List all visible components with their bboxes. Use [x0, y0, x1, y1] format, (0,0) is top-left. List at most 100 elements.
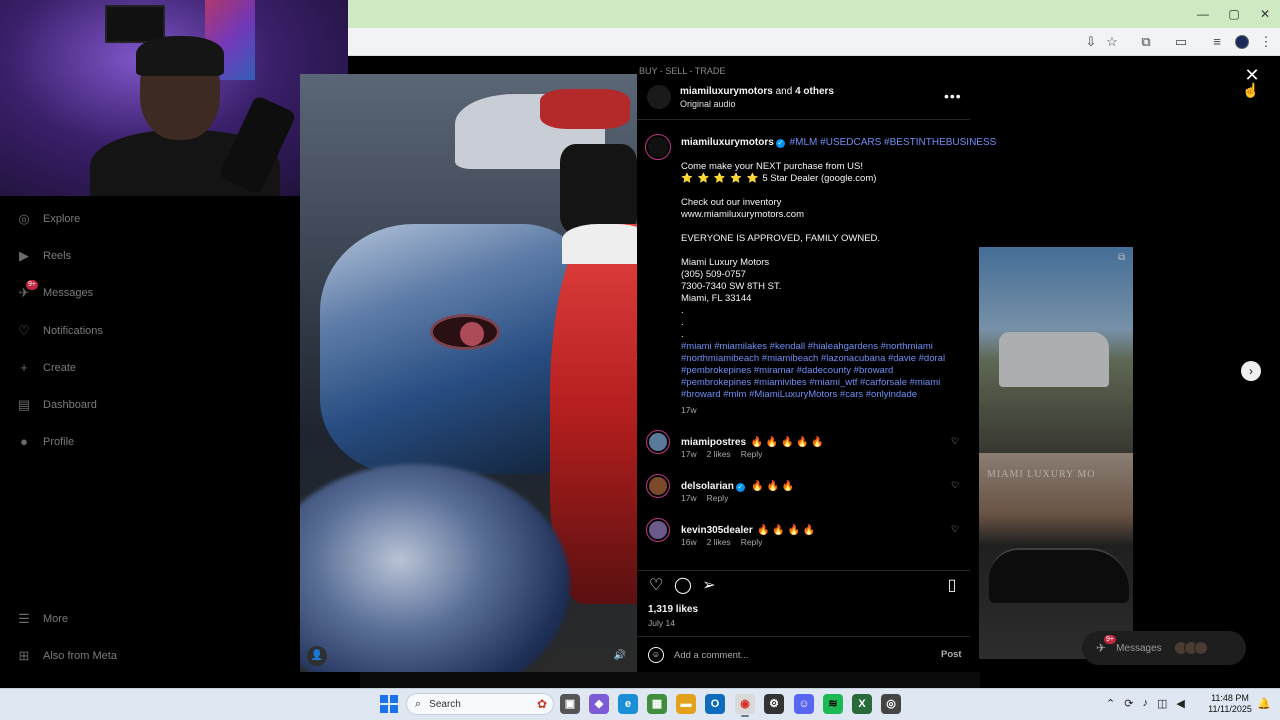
post-comment-button[interactable]: Post [941, 649, 962, 660]
taskbar-clock[interactable]: 11:48 PM 11/11/2025 [1206, 693, 1254, 715]
comment-bubble-icon[interactable]: ◯ [674, 577, 692, 595]
comment-like-heart-icon[interactable]: ♡ [951, 480, 959, 491]
messages-badge: 9+ [1104, 635, 1116, 644]
nav-explore[interactable]: ◎ Explore [16, 209, 80, 229]
bookmark-star-icon[interactable]: ☆ [1103, 34, 1121, 50]
thumbnail-truck [999, 332, 1109, 387]
comment-like-heart-icon[interactable]: ♡ [951, 436, 959, 447]
caption-hashtags[interactable]: #miami #miamilakes #kendall #hialeahgard… [681, 341, 961, 401]
extensions-icon[interactable]: ⧉ [1137, 34, 1155, 50]
like-heart-icon[interactable]: ♡ [647, 577, 665, 595]
caption-line: ⭐ ⭐ ⭐ ⭐ ⭐ 5 Star Dealer (google.com) [681, 173, 961, 185]
media-controls-icon[interactable]: ≡ [1208, 34, 1226, 50]
maximize-button[interactable]: ▢ [1219, 4, 1249, 24]
comment-text: 🔥 🔥 🔥 🔥 🔥 [750, 437, 824, 448]
nav-more[interactable]: ☰ More [16, 609, 68, 629]
task-view-icon[interactable]: ▣ [560, 694, 580, 714]
chrome-icon[interactable]: ◉ [735, 694, 755, 714]
webcam-overlay [0, 0, 348, 196]
nav-reels[interactable]: ▶ Reels [16, 246, 71, 266]
divider [637, 570, 970, 571]
messages-icon: ✈ 9+ [1096, 635, 1116, 655]
excel-icon[interactable]: X [852, 694, 872, 714]
post-author-username[interactable]: miamiluxurymotors [680, 86, 773, 97]
comment-reply[interactable]: Reply [707, 493, 729, 503]
nav-messages[interactable]: ✈ 9+ Messages [16, 280, 93, 303]
nav-create[interactable]: + Create [16, 358, 76, 378]
edge-icon[interactable]: e [618, 694, 638, 714]
comment-username[interactable]: miamipostres [681, 437, 746, 448]
system-tray[interactable]: ⌃ ⟳ ♪ ◫ ◀ [1106, 697, 1185, 710]
grid-thumbnail[interactable] [979, 247, 1133, 453]
caption-line: Miami, FL 33144 [681, 293, 752, 304]
post-header-user[interactable]: miamiluxurymotors and 4 others [680, 86, 834, 97]
original-audio-link[interactable]: Original audio [680, 99, 736, 109]
nav-dashboard[interactable]: ▤ Dashboard [16, 395, 97, 415]
audio-toggle-icon[interactable]: 🔊 [612, 648, 628, 664]
taskbar-search[interactable]: ⌕ Search ✿ [406, 693, 554, 715]
comment-input[interactable] [674, 648, 924, 662]
chevron-up-icon[interactable]: ⌃ [1106, 697, 1115, 710]
nav-label: Dashboard [43, 399, 97, 411]
comment-username[interactable]: delsolarian [681, 481, 734, 492]
nav-notifications[interactable]: ♡ Notifications [16, 321, 103, 341]
minimize-button[interactable]: — [1188, 4, 1218, 24]
post-author-avatar[interactable] [647, 85, 671, 109]
cast-icon[interactable]: ▭ [1172, 34, 1190, 50]
comment-reply[interactable]: Reply [741, 537, 763, 547]
collaborators-link[interactable]: 4 others [795, 86, 834, 97]
steam-icon[interactable]: ⚙ [764, 694, 784, 714]
thumbnail-multi-icon: ⧉ [1118, 252, 1126, 263]
post-date: July 14 [648, 618, 675, 628]
caption-header-tags[interactable]: #MLM #USEDCARS #BESTINTHEBUSINESS [790, 137, 997, 148]
divider [637, 119, 970, 120]
network-icon[interactable]: ◫ [1157, 697, 1167, 710]
caption-author-avatar[interactable] [645, 134, 671, 160]
nav-also-from-meta[interactable]: ⊞ Also from Meta [16, 646, 117, 666]
search-highlight-icon: ✿ [536, 697, 547, 711]
sync-icon[interactable]: ⟳ [1124, 697, 1133, 710]
microphone-icon[interactable]: ♪ [1142, 697, 1148, 710]
comment-time: 17w [681, 449, 697, 459]
messages-pill[interactable]: ✈ 9+ Messages [1082, 631, 1246, 665]
spotify-icon[interactable]: ≋ [823, 694, 843, 714]
comment-like-heart-icon[interactable]: ♡ [951, 524, 959, 535]
windows-start-icon[interactable] [380, 695, 398, 713]
comment-avatar[interactable] [646, 430, 670, 454]
save-bookmark-icon[interactable]: ▯ [943, 577, 961, 595]
window-close-button[interactable]: ✕ [1250, 4, 1280, 24]
obs-icon[interactable]: ◎ [881, 694, 901, 714]
comment-likes[interactable]: 2 likes [707, 537, 731, 547]
media-car [550, 224, 637, 604]
share-send-icon[interactable]: ➢ [700, 577, 718, 595]
comment-reply[interactable]: Reply [741, 449, 763, 459]
post-media-video[interactable] [300, 74, 637, 672]
browser-profile-avatar[interactable] [1235, 35, 1249, 49]
caption-line: (305) 509-0757 [681, 269, 746, 280]
tagged-user-icon[interactable]: 👤 [307, 646, 327, 666]
store-icon[interactable]: ▦ [647, 694, 667, 714]
caption-username[interactable]: miamiluxurymotors [681, 137, 774, 148]
copilot-icon[interactable]: ◆ [589, 694, 609, 714]
nav-label: Profile [43, 436, 75, 448]
notification-bell-icon[interactable]: 🔔 [1257, 697, 1271, 710]
comment-avatar[interactable] [646, 518, 670, 542]
volume-icon[interactable]: ◀ [1176, 697, 1184, 710]
more-options-icon[interactable]: ••• [944, 88, 962, 104]
caption-link[interactable]: www.miamiluxurymotors.com [681, 209, 961, 221]
outlook-icon[interactable]: O [705, 694, 725, 714]
next-post-chevron-icon[interactable]: › [1241, 361, 1261, 381]
browser-menu-icon[interactable]: ⋮ [1257, 34, 1275, 50]
grid-thumbnail[interactable]: MIAMI LUXURY MO [979, 453, 1133, 659]
comment: miamipostres 🔥 🔥 🔥 🔥 🔥 [681, 432, 824, 450]
comment-likes[interactable]: 2 likes [707, 449, 731, 459]
emoji-picker-icon[interactable]: ☺ [648, 647, 664, 663]
likes-count[interactable]: 1,319 likes [648, 604, 698, 615]
file-explorer-icon[interactable]: ▬ [676, 694, 696, 714]
install-app-icon[interactable]: ⇩ [1082, 34, 1100, 50]
nav-profile[interactable]: ● Profile [16, 432, 74, 452]
caption-line: Come make your NEXT purchase from US! [681, 161, 863, 172]
comment-username[interactable]: kevin305dealer [681, 525, 753, 536]
comment-avatar[interactable] [646, 474, 670, 498]
discord-icon[interactable]: ☺ [794, 694, 814, 714]
